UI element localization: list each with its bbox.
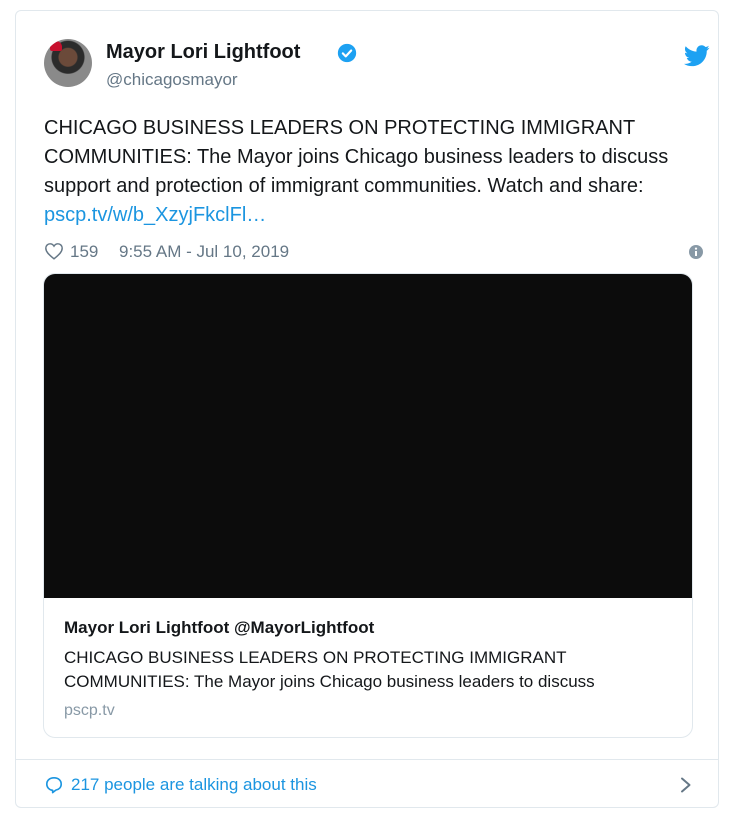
conversation-footer[interactable]: 217 people are talking about this [16,759,718,808]
avatar-hat-detail [50,41,62,51]
tweet-timestamp[interactable]: 9:55 AM - Jul 10, 2019 [119,242,289,262]
chevron-right-icon[interactable] [680,777,692,793]
tweet-header: Mayor Lori Lightfoot @chicagosmayor [44,39,724,103]
verified-badge-icon [337,43,357,63]
comment-bubble-icon [45,776,63,794]
card-domain: pscp.tv [64,702,115,719]
talking-about-link[interactable]: 217 people are talking about this [71,775,317,795]
card-title: Mayor Lori Lightfoot @MayorLightfoot [64,618,375,637]
author-handle[interactable]: @chicagosmayor [106,70,238,90]
tweet-text: CHICAGO BUSINESS LEADERS ON PROTECTING I… [44,114,704,230]
avatar[interactable] [44,39,92,87]
tweet-meta: 159 9:55 AM - Jul 10, 2019 [44,241,704,265]
twitter-bird-icon[interactable] [684,45,710,67]
embedded-tweet: Mayor Lori Lightfoot @chicagosmayor CHIC… [15,10,719,808]
like-count[interactable]: 159 [70,242,98,262]
author-name[interactable]: Mayor Lori Lightfoot [106,41,300,64]
video-preview[interactable] [44,274,692,598]
periscope-card[interactable]: Mayor Lori Lightfoot @MayorLightfoot CHI… [43,273,693,738]
tweet-text-body: CHICAGO BUSINESS LEADERS ON PROTECTING I… [44,117,669,197]
tweet-link[interactable]: pscp.tv/w/b_XzyjFkclFl… [44,204,266,226]
info-icon[interactable] [688,244,704,260]
heart-icon[interactable] [44,242,64,260]
card-description: CHICAGO BUSINESS LEADERS ON PROTECTING I… [64,648,595,691]
